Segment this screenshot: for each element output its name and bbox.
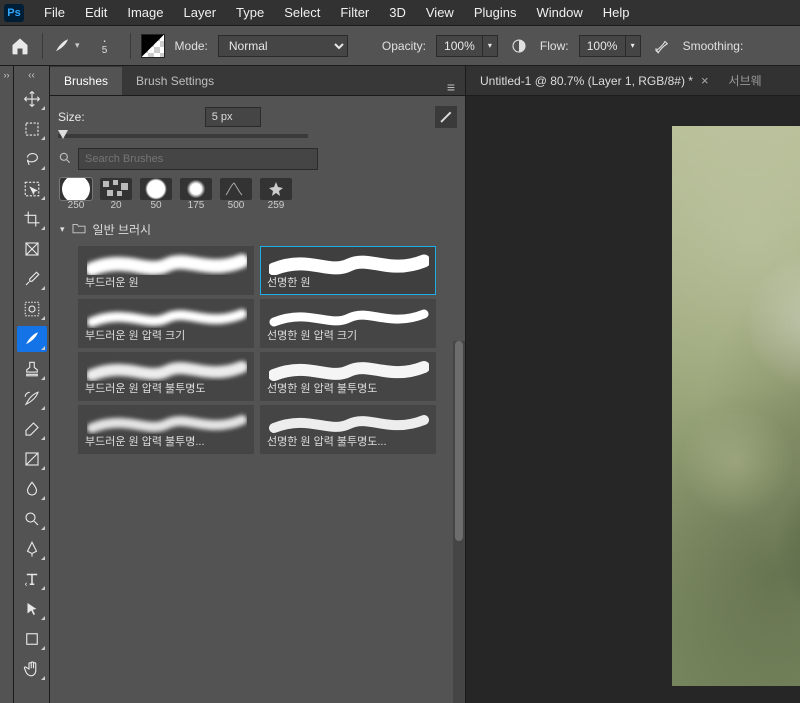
brush-preset-item[interactable]: 부드러운 원 압력 크기 bbox=[78, 299, 254, 348]
frame-tool[interactable] bbox=[17, 236, 47, 262]
menu-file[interactable]: File bbox=[34, 5, 75, 20]
folder-label: 일반 브러시 bbox=[93, 221, 152, 238]
recent-brush[interactable]: 250 bbox=[58, 178, 94, 211]
brush-preset-item[interactable]: 선명한 원 압력 크기 bbox=[260, 299, 436, 348]
document-tab[interactable]: Untitled-1 @ 80.7% (Layer 1, RGB/8#) * × bbox=[470, 66, 719, 95]
toolbar-collapse-icon[interactable]: ‹‹ bbox=[28, 70, 35, 84]
menu-bar: Ps File Edit Image Layer Type Select Fil… bbox=[0, 0, 800, 26]
tab-brushes[interactable]: Brushes bbox=[50, 67, 122, 95]
gradient-tool[interactable] bbox=[17, 446, 47, 472]
brush-size-slider[interactable] bbox=[58, 134, 308, 138]
recent-brush[interactable]: 175 bbox=[178, 178, 214, 211]
size-label: Size: bbox=[58, 110, 85, 124]
eraser-tool[interactable] bbox=[17, 416, 47, 442]
document-title: Untitled-1 @ 80.7% (Layer 1, RGB/8#) * bbox=[480, 74, 693, 88]
divider bbox=[42, 33, 43, 59]
document-tab-bar: Untitled-1 @ 80.7% (Layer 1, RGB/8#) * ×… bbox=[466, 66, 800, 96]
menu-3d[interactable]: 3D bbox=[379, 5, 416, 20]
blend-mode-select[interactable]: Normal bbox=[218, 35, 348, 57]
move-tool[interactable] bbox=[17, 86, 47, 112]
menu-plugins[interactable]: Plugins bbox=[464, 5, 527, 20]
menu-view[interactable]: View bbox=[416, 5, 464, 20]
menu-window[interactable]: Window bbox=[526, 5, 592, 20]
tab-brush-settings[interactable]: Brush Settings bbox=[122, 67, 228, 95]
pressure-opacity-icon[interactable] bbox=[508, 35, 530, 57]
object-select-tool[interactable] bbox=[17, 176, 47, 202]
brushes-panel: Brushes Brush Settings ≡ Size: 5 px bbox=[50, 66, 466, 703]
recent-brush[interactable]: 50 bbox=[138, 178, 174, 211]
opacity-label: Opacity: bbox=[382, 39, 426, 53]
menu-edit[interactable]: Edit bbox=[75, 5, 117, 20]
panel-menu-icon[interactable]: ≡ bbox=[437, 79, 465, 95]
brush-size-readout[interactable]: · 5 bbox=[90, 35, 120, 56]
folder-icon bbox=[71, 222, 87, 237]
stamp-tool[interactable] bbox=[17, 356, 47, 382]
recent-brush[interactable]: 500 bbox=[218, 178, 254, 211]
search-brushes-input[interactable] bbox=[78, 148, 318, 170]
crop-tool[interactable] bbox=[17, 206, 47, 232]
opacity-dropdown[interactable]: ▾ bbox=[482, 35, 498, 57]
panel-tab-bar: Brushes Brush Settings ≡ bbox=[50, 66, 465, 96]
options-bar: ▾ · 5 Mode: Normal Opacity: 100% ▾ Flow:… bbox=[0, 26, 800, 66]
opacity-value[interactable]: 100% bbox=[436, 35, 482, 57]
app-logo-icon: Ps bbox=[4, 4, 24, 22]
healing-tool[interactable] bbox=[17, 296, 47, 322]
home-icon[interactable] bbox=[8, 34, 32, 58]
mode-label: Mode: bbox=[175, 39, 208, 53]
flow-value[interactable]: 100% bbox=[579, 35, 625, 57]
tool-preset-picker[interactable]: ▾ bbox=[53, 37, 80, 55]
eyedropper-tool[interactable] bbox=[17, 266, 47, 292]
brush-preset-item[interactable]: 선명한 원 압력 불투명도 bbox=[260, 352, 436, 401]
panel-scrollbar[interactable] bbox=[453, 341, 465, 703]
brush-folder[interactable]: ▾ 일반 브러시 bbox=[58, 221, 457, 238]
brush-preset-item[interactable]: 부드러운 원 압력 불투명... bbox=[78, 405, 254, 454]
chevron-down-icon: ▾ bbox=[75, 40, 80, 51]
document-tab[interactable]: 서브웨 bbox=[719, 66, 772, 95]
panel-collapse-strip[interactable]: ›› bbox=[0, 66, 14, 703]
marquee-tool[interactable] bbox=[17, 116, 47, 142]
brush-blend-swatch-icon[interactable] bbox=[141, 34, 165, 58]
history-brush-tool[interactable] bbox=[17, 386, 47, 412]
recent-brushes: 250 20 50 175 500 259 bbox=[58, 178, 457, 211]
lasso-tool[interactable] bbox=[17, 146, 47, 172]
type-tool[interactable] bbox=[17, 566, 47, 592]
menu-help[interactable]: Help bbox=[593, 5, 640, 20]
dodge-tool[interactable] bbox=[17, 506, 47, 532]
flip-brush-icon[interactable] bbox=[435, 106, 457, 128]
recent-brush[interactable]: 259 bbox=[258, 178, 294, 211]
brush-preset-item[interactable]: 선명한 원 압력 불투명도... bbox=[260, 405, 436, 454]
brush-preset-item[interactable]: 부드러운 원 bbox=[78, 246, 254, 295]
close-icon[interactable]: × bbox=[701, 73, 709, 88]
menu-image[interactable]: Image bbox=[117, 5, 173, 20]
flow-label: Flow: bbox=[540, 39, 569, 53]
recent-brush[interactable]: 20 bbox=[98, 178, 134, 211]
hand-tool[interactable] bbox=[17, 656, 47, 682]
canvas-area: Untitled-1 @ 80.7% (Layer 1, RGB/8#) * ×… bbox=[466, 66, 800, 703]
disclosure-triangle-icon: ▾ bbox=[60, 224, 65, 235]
menu-type[interactable]: Type bbox=[226, 5, 274, 20]
search-icon bbox=[58, 151, 72, 168]
menu-select[interactable]: Select bbox=[274, 5, 330, 20]
flow-dropdown[interactable]: ▾ bbox=[625, 35, 641, 57]
canvas-image bbox=[672, 126, 800, 686]
brush-preset-item[interactable]: 선명한 원 bbox=[260, 246, 436, 295]
airbrush-icon[interactable] bbox=[651, 35, 673, 57]
blur-tool[interactable] bbox=[17, 476, 47, 502]
canvas-viewport[interactable] bbox=[466, 96, 800, 703]
menu-filter[interactable]: Filter bbox=[330, 5, 379, 20]
path-select-tool[interactable] bbox=[17, 596, 47, 622]
brush-tool[interactable] bbox=[17, 326, 47, 352]
brush-preset-item[interactable]: 부드러운 원 압력 불투명도 bbox=[78, 352, 254, 401]
pen-tool[interactable] bbox=[17, 536, 47, 562]
brush-size-input[interactable]: 5 px bbox=[205, 107, 261, 127]
menu-layer[interactable]: Layer bbox=[174, 5, 227, 20]
shape-tool[interactable] bbox=[17, 626, 47, 652]
divider bbox=[130, 33, 131, 59]
toolbar: ‹‹ bbox=[14, 66, 50, 703]
smoothing-label: Smoothing: bbox=[683, 39, 744, 53]
